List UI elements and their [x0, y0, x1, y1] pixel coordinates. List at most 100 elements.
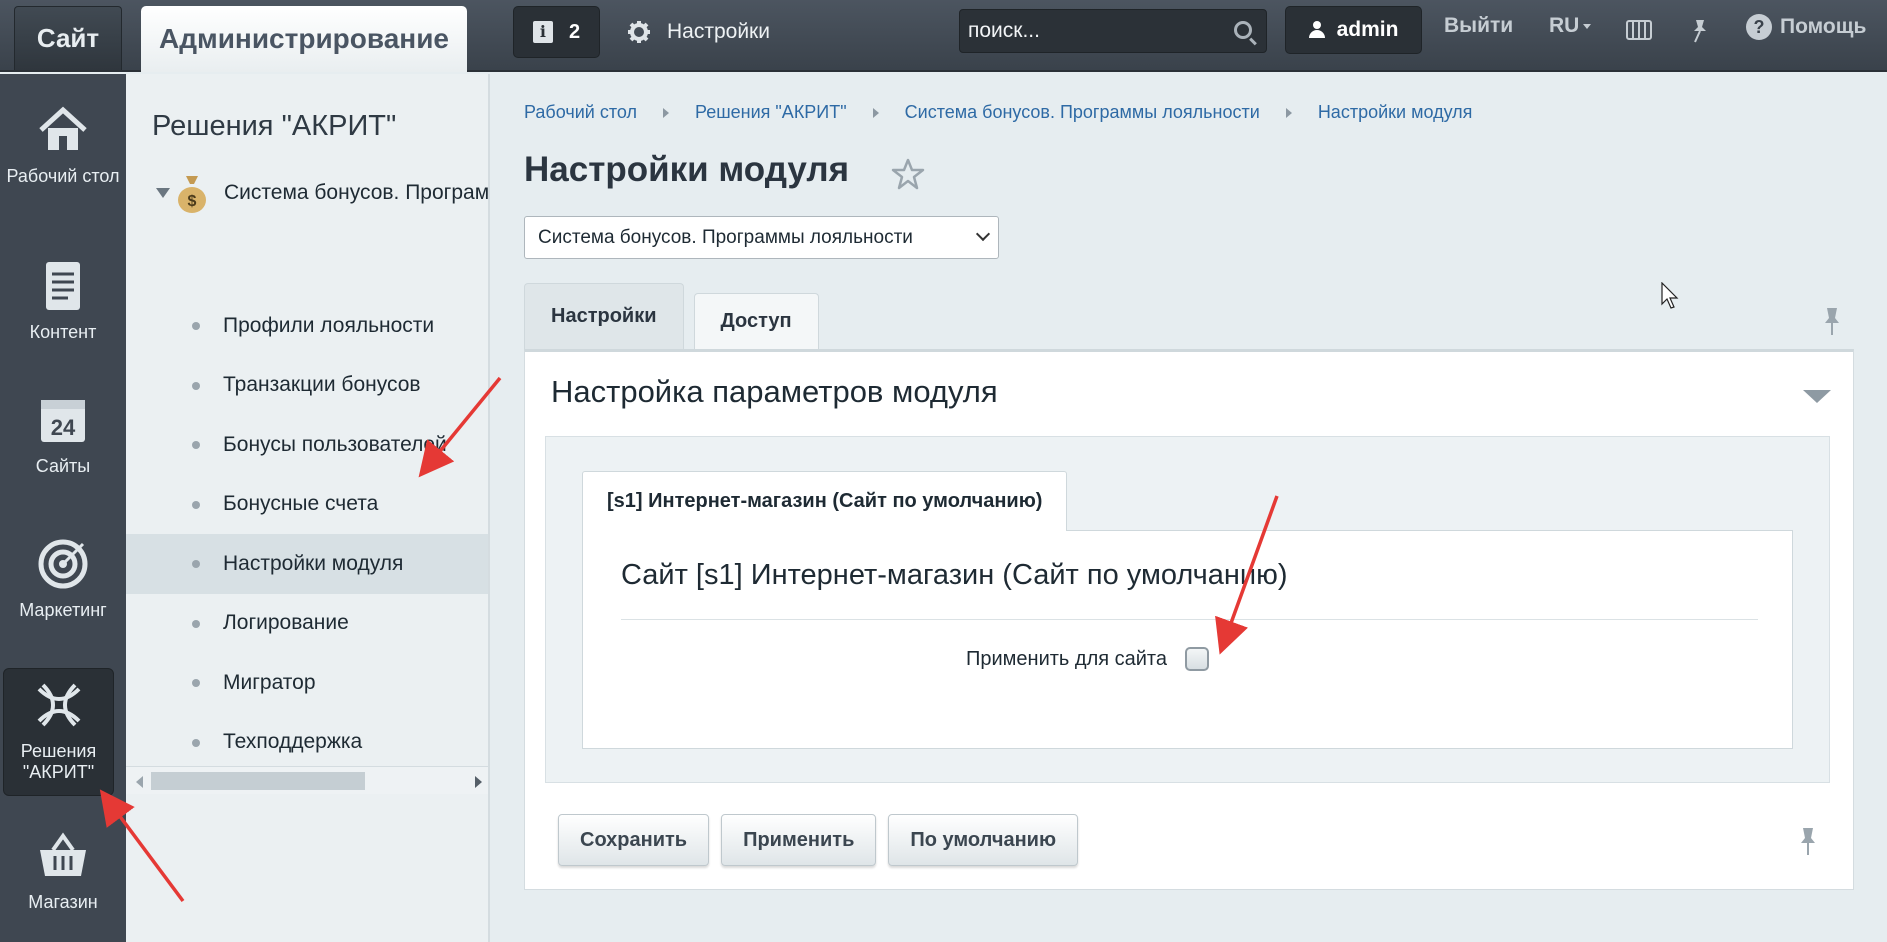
save-button[interactable]: Сохранить — [558, 814, 710, 866]
help-icon: ? — [1746, 14, 1772, 40]
akrit-icon — [37, 683, 80, 727]
chevron-down-icon — [1583, 23, 1592, 29]
submenu-item-label: Настройки модуля — [223, 551, 404, 575]
target-icon — [38, 539, 88, 589]
mouse-cursor-icon — [1661, 282, 1679, 309]
left-menu-item-content[interactable]: Контент — [0, 260, 126, 343]
info-icon — [532, 21, 553, 43]
apply-button[interactable]: Применить — [721, 814, 877, 866]
submenu-panel: Решения "АКРИТ" $ Система бонусов. Прогр… — [126, 74, 490, 942]
pin-icon[interactable] — [1822, 306, 1842, 336]
expand-triangle-icon[interactable] — [156, 188, 170, 198]
site-tab-button[interactable]: Сайт — [14, 6, 122, 70]
gear-icon — [628, 21, 650, 43]
submenu-item-support[interactable]: Техподдержка — [126, 713, 488, 773]
left-menu-item-sites[interactable]: 24 Сайты — [0, 394, 126, 477]
user-icon — [1308, 21, 1325, 39]
submenu-item-label: Логирование — [223, 611, 349, 635]
breadcrumb-separator-icon — [663, 107, 669, 118]
collapse-triangle-icon[interactable] — [1803, 390, 1831, 403]
left-menu-item-desktop[interactable]: Рабочий стол — [0, 104, 126, 187]
left-menu-item-shop[interactable]: Магазин — [0, 830, 126, 913]
pin-icon[interactable] — [1689, 18, 1711, 44]
keyboard-icon[interactable] — [1626, 20, 1652, 40]
top-bar: Сайт Администрирование 2 Настройки admin… — [0, 0, 1887, 72]
pin-icon[interactable] — [1798, 826, 1818, 856]
logout-link[interactable]: Выйти — [1444, 14, 1513, 38]
left-menu-item-marketing[interactable]: Маркетинг — [0, 538, 126, 621]
notifications-count: 2 — [568, 20, 581, 43]
money-bag-icon: $ — [178, 176, 206, 213]
settings-panel: Настройка параметров модуля [s1] Интерне… — [524, 349, 1854, 890]
settings-button[interactable]: Настройки — [627, 14, 770, 50]
left-menu-label: Сайты — [35, 456, 91, 476]
chevron-down-icon — [975, 226, 991, 242]
breadcrumb-link-bonus-system[interactable]: Система бонусов. Программы лояльности — [905, 102, 1260, 123]
submenu-item-transactions[interactable]: Транзакции бонусов — [126, 356, 488, 416]
submenu-item-bonus-accounts[interactable]: Бонусные счета — [126, 475, 488, 535]
module-select[interactable]: Система бонусов. Программы лояльности — [524, 216, 999, 259]
apply-for-site-label: Применить для сайта — [966, 647, 1167, 670]
submenu-item-label: Мигратор — [223, 670, 316, 694]
site-settings-container: [s1] Интернет-магазин (Сайт по умолчанию… — [545, 436, 1830, 783]
settings-label: Настройки — [667, 20, 770, 43]
scrollbar-thumb[interactable] — [151, 772, 365, 790]
apply-for-site-checkbox[interactable] — [1184, 647, 1209, 671]
tab-site-s1[interactable]: [s1] Интернет-магазин (Сайт по умолчанию… — [582, 471, 1068, 531]
help-button[interactable]: ? Помощь — [1746, 14, 1866, 40]
search-input[interactable] — [968, 14, 1228, 48]
language-select[interactable]: RU — [1549, 14, 1592, 38]
left-menu-label: Маркетинг — [19, 600, 107, 620]
tab-settings[interactable]: Настройки — [524, 283, 684, 349]
left-menu-label: Контент — [29, 322, 97, 342]
left-menu-label: Магазин — [28, 892, 98, 912]
scroll-left-icon[interactable] — [136, 776, 143, 788]
submenu-item-label: Техподдержка — [223, 730, 363, 754]
home-icon — [39, 106, 87, 150]
breadcrumb-separator-icon — [872, 107, 879, 118]
calendar-icon: 24 — [41, 400, 85, 442]
breadcrumb-separator-icon — [1285, 107, 1292, 118]
svg-text:$: $ — [188, 193, 197, 210]
submenu-item-migrator[interactable]: Мигратор — [126, 653, 488, 713]
tab-access[interactable]: Доступ — [693, 293, 819, 349]
breadcrumb: Рабочий стол Решения "АКРИТ" Система бон… — [524, 102, 1472, 123]
form-buttons: Сохранить Применить По умолчанию — [558, 814, 1079, 866]
left-menu: Рабочий стол Контент 24 Сайты Маркетинг — [0, 74, 126, 942]
module-select-value: Система бонусов. Программы лояльности — [538, 226, 913, 248]
submenu-list: Профили лояльности Транзакции бонусов Бо… — [126, 296, 488, 773]
left-menu-item-akrit[interactable]: Решения "АКРИТ" — [3, 668, 114, 796]
user-name: admin — [1336, 18, 1399, 41]
divider — [621, 619, 1758, 620]
submenu-item-label: Транзакции бонусов — [223, 373, 421, 397]
basket-icon — [40, 832, 86, 876]
breadcrumb-link-desktop[interactable]: Рабочий стол — [524, 102, 637, 123]
submenu-item-label: Бонусные счета — [223, 492, 379, 516]
notifications-button[interactable]: 2 — [513, 6, 600, 58]
apply-for-site-row: Применить для сайта — [966, 647, 1209, 671]
breadcrumb-link-akrit[interactable]: Решения "АКРИТ" — [695, 102, 847, 123]
star-icon[interactable] — [890, 156, 926, 192]
submenu-item-module-settings[interactable]: Настройки модуля — [126, 534, 488, 594]
submenu-item-logging[interactable]: Логирование — [126, 594, 488, 654]
submenu-item-profiles[interactable]: Профили лояльности — [126, 296, 488, 356]
user-button[interactable]: admin — [1285, 6, 1422, 54]
submenu-horizontal-scrollbar[interactable] — [126, 766, 488, 794]
submenu-root-label: Система бонусов. Программы лояльности — [224, 181, 490, 204]
document-icon — [46, 262, 80, 310]
submenu-item-user-bonuses[interactable]: Бонусы пользователей — [126, 415, 488, 475]
default-button[interactable]: По умолчанию — [888, 814, 1079, 866]
submenu-item-label: Профили лояльности — [223, 313, 435, 337]
submenu-title: Решения "АКРИТ" — [152, 110, 397, 142]
breadcrumb-link-module-settings[interactable]: Настройки модуля — [1318, 102, 1473, 123]
language-label: RU — [1549, 14, 1580, 37]
submenu-root-item[interactable]: $ Система бонусов. Программы лояльности — [156, 172, 490, 214]
search-box — [959, 9, 1267, 53]
site-heading: Сайт [s1] Интернет-магазин (Сайт по умол… — [621, 559, 1288, 591]
scroll-right-icon[interactable] — [475, 776, 482, 788]
left-menu-label: Решения "АКРИТ" — [20, 741, 97, 782]
admin-tab-button[interactable]: Администрирование — [141, 6, 467, 72]
page-title: Настройки модуля — [524, 150, 850, 189]
submenu-item-label: Бонусы пользователей — [223, 432, 447, 456]
search-icon[interactable] — [1234, 21, 1252, 39]
